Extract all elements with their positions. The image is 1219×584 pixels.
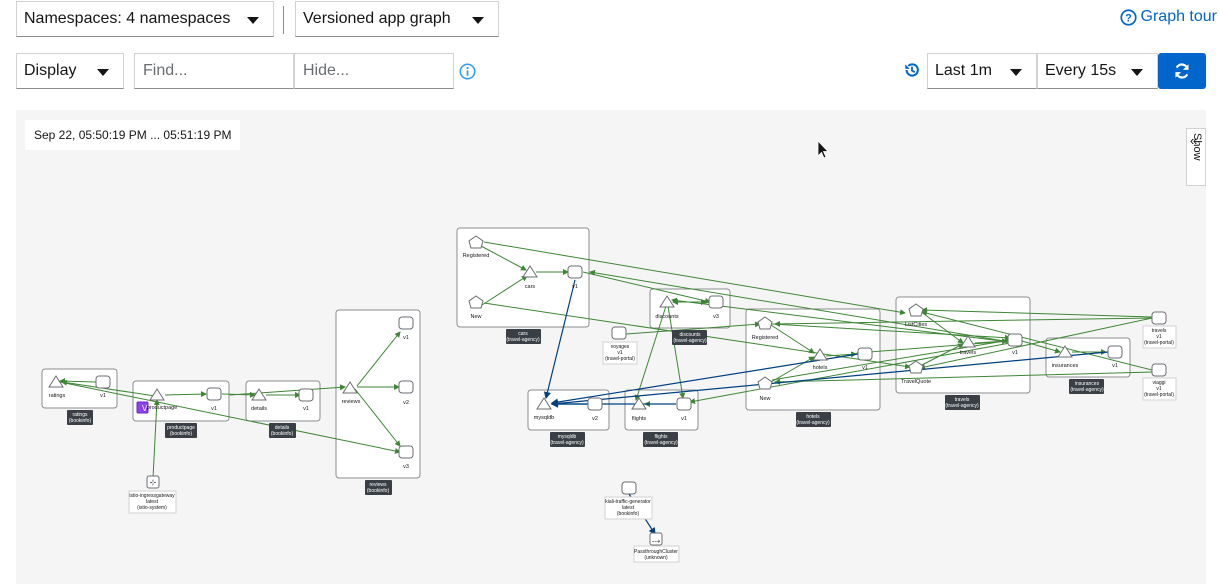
refresh-interval-label: Every 15s [1045,62,1117,79]
label-hotels-registered: Registered [752,335,779,341]
label-discounts-v3: v3 [713,314,719,320]
chevron-down-icon [1131,69,1143,76]
ratings-group-ns: (bookinfo) [69,418,92,424]
history-icon [905,63,919,77]
label-reviews-v3: v3 [403,464,409,470]
node-productpage-v1[interactable] [206,387,222,401]
duration-label: Last 1m [935,62,992,79]
sync-icon [1175,63,1189,79]
node-kiali-traffic-generator[interactable] [621,481,637,495]
label-travels-v1: v1 [1012,350,1018,356]
display-label: Display [24,62,77,79]
node-insurances-v1[interactable] [1107,345,1123,359]
flights-group-ns: (travel-agency) [644,440,678,446]
label-details-v1: v1 [303,406,309,412]
label-travelquote: TravelQuote [901,379,931,385]
chevron-down-icon [1010,69,1022,76]
hide-input[interactable] [294,53,454,89]
label-cars-new: New [470,314,481,320]
label-mysqldb-v2: v2 [592,416,598,422]
label-flights-v1: v1 [681,416,687,422]
label-ingress-ns: (istio-system) [137,505,167,511]
node-hotels-v1[interactable] [857,347,873,361]
label-discounts: discounts [655,314,678,320]
duration-dropdown[interactable]: Last 1m [927,53,1037,89]
node-voyages[interactable] [611,326,627,340]
node-reviews-v1[interactable] [398,316,414,330]
graph-tour-link[interactable]: ? Graph tour [1119,8,1217,26]
label-listcities: ListCities [905,322,928,328]
graph-canvas[interactable]: Sep 22, 05:50:19 PM ... 05:51:19 PM Show… [16,110,1206,584]
label-mysqldb: mysqldb [534,415,554,421]
namespace-selector-label: Namespaces: 4 namespaces [24,10,231,27]
label-voyages-ns: (travel-portal) [605,356,635,362]
namespace-selector[interactable]: Namespaces: 4 namespaces [16,1,274,37]
node-details-v1[interactable] [298,388,314,402]
productpage-group-ns: (bookinfo) [170,431,193,437]
node-reviews-v2[interactable] [398,380,414,394]
label-cars: cars [525,284,536,290]
toolbar-divider [283,6,284,34]
discounts-group-ns: (travel-agency) [673,338,707,344]
mouse-cursor-icon [817,140,829,159]
label-ratings-v1: v1 [100,393,106,399]
label-travels: travels [960,350,976,356]
help-icon: ? [1119,8,1137,26]
ingress-icon: ⊹ [150,478,157,487]
reviews-group-ns: (bookinfo) [367,488,390,494]
label-cars-v1: v1 [572,284,578,290]
graph-svg[interactable]: V ⊹ ⤏ ratings v1 productpage v1 details … [16,110,1206,584]
label-reviews-v1: v1 [403,335,409,341]
label-cars-registered: Registered [463,253,490,259]
chevron-down-icon [472,17,484,24]
travels-group-ns: (travel-agency) [945,403,979,409]
top-toolbar: Namespaces: 4 namespaces Versioned app g… [0,0,1219,44]
node-travels-portal[interactable] [1151,311,1167,325]
label-hotels-v1: v1 [862,365,868,371]
label-productpage: productpage [147,405,178,411]
node-reviews-v3[interactable] [398,445,414,459]
display-dropdown[interactable]: Display [16,53,124,89]
node-viaggi[interactable] [1151,363,1167,377]
svg-text:?: ? [1125,12,1131,24]
node-cars-v1[interactable] [567,265,583,279]
label-flights: flights [632,416,647,422]
refresh-interval-dropdown[interactable]: Every 15s [1037,53,1158,89]
passthrough-icon: ⤏ [652,536,661,545]
cars-group-ns: (travel-agency) [506,337,540,343]
label-insurances: insurances [1052,363,1079,369]
refresh-button[interactable] [1158,53,1206,89]
node-ratings-v1[interactable] [95,375,111,389]
label-kiali-traffic-ns: (bookinfo) [617,511,640,517]
label-reviews: reviews [342,399,361,405]
info-icon[interactable] [459,63,476,80]
insurances-group-ns: (travel-agency) [1070,387,1104,393]
label-reviews-v2: v2 [403,400,409,406]
group-productpage-box[interactable] [132,380,230,422]
label-travels-portal-ns: (travel-portal) [1144,340,1174,346]
mysqldb-group-ns: (travel-agency) [550,440,584,446]
node-discounts-v3[interactable] [708,295,724,309]
label-hotels-new: New [759,396,770,402]
label-details: details [251,406,267,412]
graph-type-label: Versioned app graph [303,10,451,27]
chevron-down-icon [97,69,109,76]
chevron-down-icon [247,17,259,24]
label-hotels: hotels [813,365,828,371]
find-input[interactable] [134,53,294,89]
label-ratings: ratings [49,393,66,399]
node-mysqldb-v2[interactable] [587,397,603,411]
details-group-ns: (bookinfo) [271,431,294,437]
node-travels-v1[interactable] [1007,333,1023,347]
label-productpage-v1: v1 [211,406,217,412]
label-passthrough-ns: (unknown) [644,555,668,561]
label-insurances-v1: v1 [1112,363,1118,369]
node-flights-v1[interactable] [676,397,692,411]
label-viaggi-ns: (travel-portal) [1144,392,1174,398]
graph-tour-label: Graph tour [1140,8,1217,25]
graph-toolbar: Display Last 1m Every 15s [0,52,1219,92]
graph-type-selector[interactable]: Versioned app graph [295,1,499,37]
hotels-group-ns: (travel-agency) [796,420,830,426]
